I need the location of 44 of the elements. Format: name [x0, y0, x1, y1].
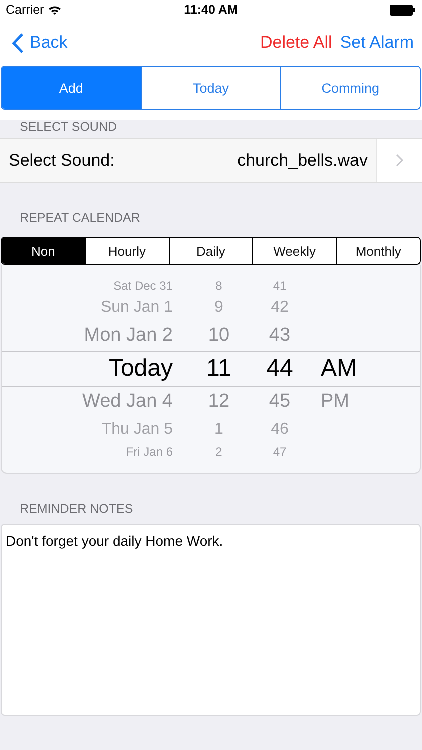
picker-date[interactable]: Fri Jan 6: [2, 445, 173, 459]
picker-period[interactable]: AM: [295, 355, 420, 383]
picker-minute[interactable]: 42: [265, 299, 295, 317]
picker-hour[interactable]: 8: [173, 279, 265, 293]
picker-minute[interactable]: 45: [265, 391, 295, 413]
delete-all-button[interactable]: Delete All: [260, 33, 332, 53]
picker-hour[interactable]: 11: [173, 355, 265, 383]
picker-date[interactable]: Mon Jan 2: [2, 325, 173, 347]
tab[interactable]: Add: [2, 67, 141, 109]
picker-hour[interactable]: 12: [173, 391, 265, 413]
picker-minute[interactable]: 41: [265, 279, 295, 293]
section-header: SELECT SOUND: [20, 120, 118, 134]
picker-date[interactable]: Wed Jan 4: [2, 391, 173, 413]
picker-hour[interactable]: 10: [173, 325, 265, 347]
sound-value: church_bells.wav: [238, 150, 368, 170]
picker-minute[interactable]: 47: [265, 445, 295, 459]
picker-minute[interactable]: 44: [265, 355, 295, 383]
picker-period[interactable]: PM: [295, 391, 420, 413]
repeat-option[interactable]: Monthly: [336, 238, 420, 264]
battery-icon: [390, 4, 416, 16]
notes-field[interactable]: Don't forget your daily Home Work.: [1, 524, 421, 716]
picker-date[interactable]: Thu Jan 5: [2, 421, 173, 439]
section-header: REMINDER NOTES: [20, 502, 134, 516]
picker-date[interactable]: Sun Jan 1: [2, 299, 173, 317]
repeat-option[interactable]: Non: [2, 238, 85, 264]
picker-date[interactable]: Sat Dec 31: [2, 279, 173, 293]
back-button[interactable]: Back: [12, 32, 68, 54]
sound-label: Select Sound:: [9, 150, 115, 170]
picker-hour[interactable]: 2: [173, 445, 265, 459]
back-chevron-icon: [12, 32, 24, 54]
picker-hour[interactable]: 1: [173, 421, 265, 439]
section-header: REPEAT CALENDAR: [20, 211, 140, 225]
picker-hour[interactable]: 9: [173, 299, 265, 317]
sound-selector[interactable]: Select Sound: church_bells.wav: [0, 139, 376, 182]
wifi-icon: [48, 4, 62, 16]
picker-minute[interactable]: 43: [265, 325, 295, 347]
picker-minute[interactable]: 46: [265, 421, 295, 439]
picker-date[interactable]: Today: [2, 355, 173, 383]
carrier-label: Carrier: [6, 3, 44, 17]
status-time: 11:40 AM: [184, 3, 238, 17]
tab[interactable]: Comming: [280, 67, 420, 109]
set-alarm-button[interactable]: Set Alarm: [340, 33, 414, 53]
chevron-icon: [396, 154, 404, 167]
disclosure-button[interactable]: [376, 139, 422, 182]
